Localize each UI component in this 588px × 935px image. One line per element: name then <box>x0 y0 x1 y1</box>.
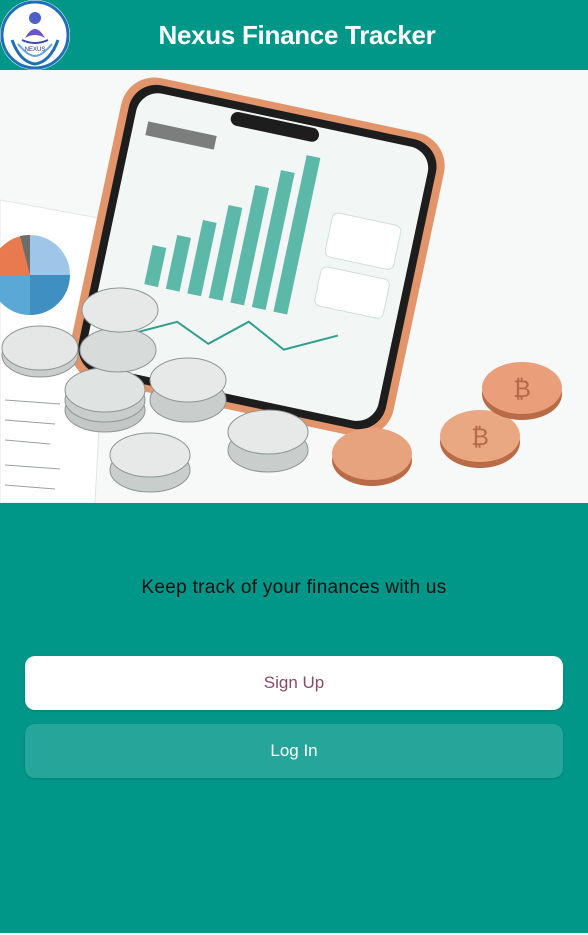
sign-up-button[interactable]: Sign Up <box>25 656 563 710</box>
svg-text:₿: ₿ <box>513 375 531 403</box>
hero-illustration: ₿ ₿ <box>0 70 588 503</box>
tagline-text: Keep track of your finances with us <box>141 577 447 598</box>
log-in-button[interactable]: Log In <box>25 724 563 778</box>
app-bar: NEXUS Nexus Finance Tracker <box>0 0 588 70</box>
hero-image: ₿ ₿ <box>0 70 588 503</box>
app-title: Nexus Finance Tracker <box>158 20 436 50</box>
svg-text:₿: ₿ <box>471 423 489 451</box>
